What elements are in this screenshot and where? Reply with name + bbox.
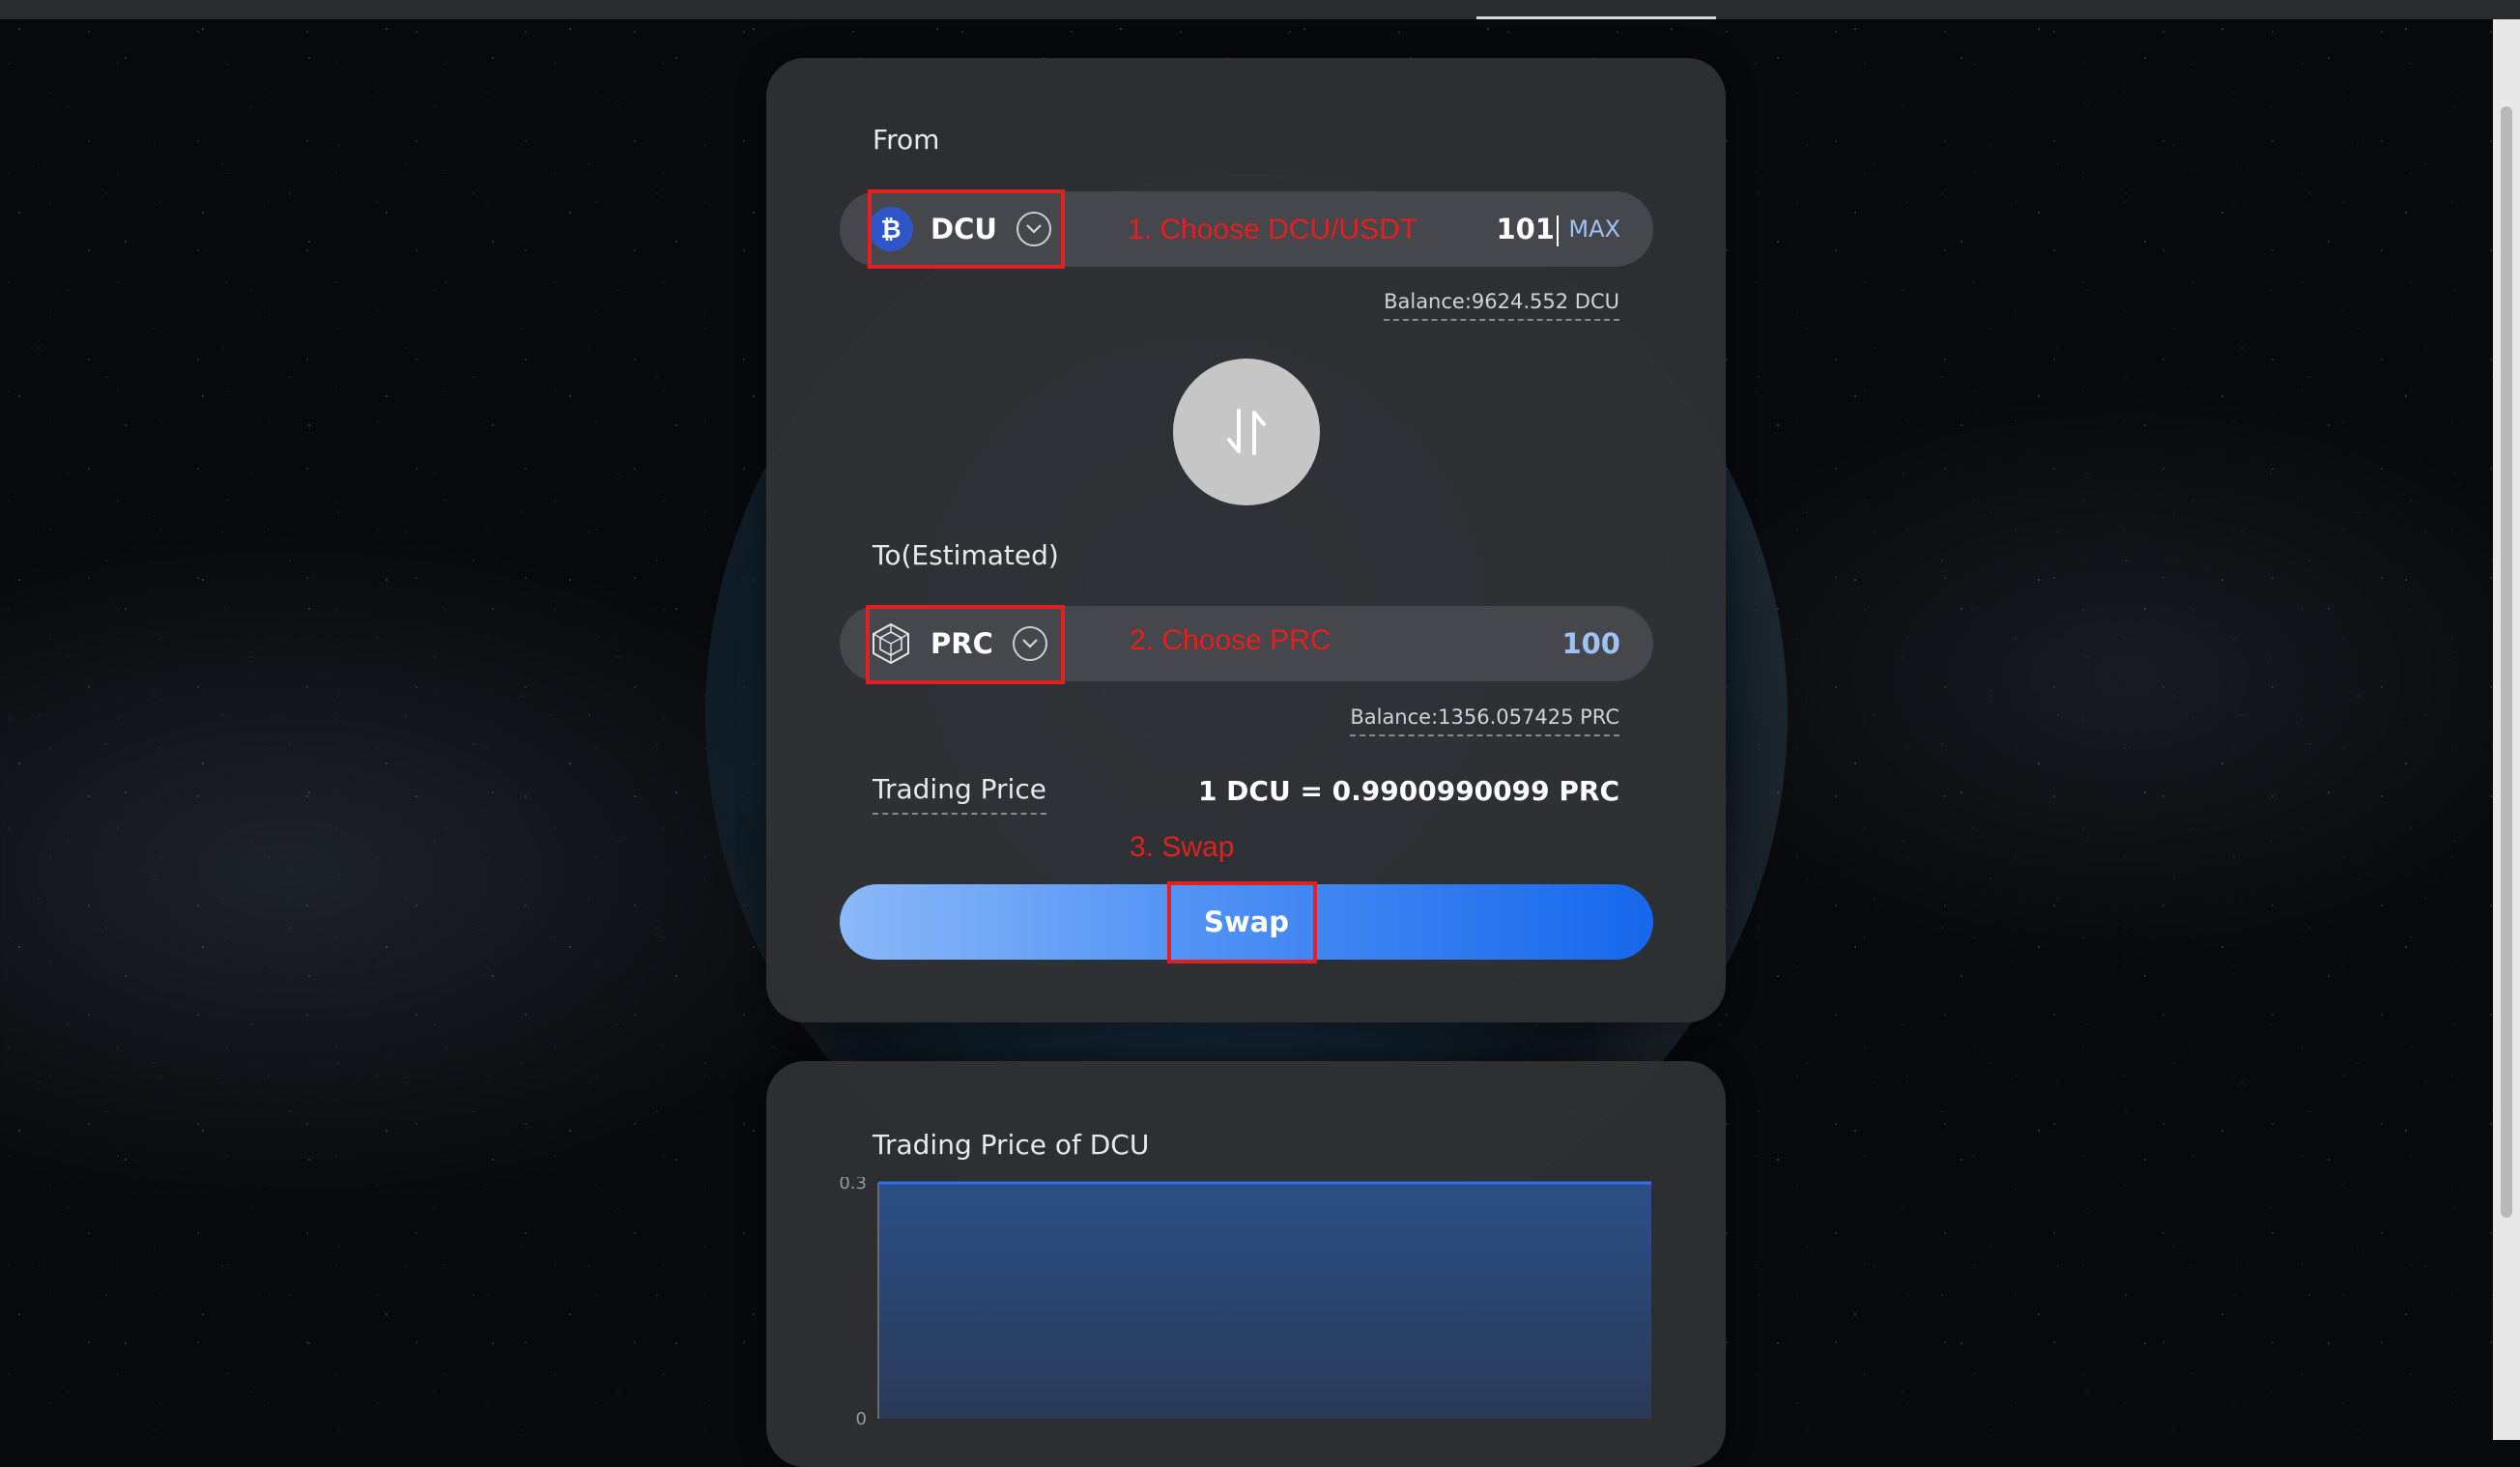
chevron-down-icon[interactable] xyxy=(1012,626,1047,661)
swap-card: From ₿ DCU 101 MAX Balance:9624.552 DCU … xyxy=(766,58,1726,1022)
scrollbar-thumb[interactable] xyxy=(2501,106,2512,1218)
cube-icon xyxy=(869,621,913,666)
chevron-down-icon[interactable] xyxy=(1016,212,1051,246)
from-balance[interactable]: Balance:9624.552 DCU xyxy=(1384,290,1619,321)
swap-arrows-icon xyxy=(1227,409,1266,455)
price-chart: 0.30 xyxy=(839,1177,1651,1429)
chart-y-tick-label: 0.3 xyxy=(839,1177,867,1194)
page-scrollbar[interactable] xyxy=(2493,19,2520,1440)
to-token-symbol: PRC xyxy=(931,627,993,660)
to-amount-value: 100 xyxy=(1561,627,1620,660)
annotation-step1: 1. Choose DCU/USDT xyxy=(1128,214,1418,245)
trading-price-value: 1 DCU = 0.9900990099 PRC xyxy=(1197,775,1619,807)
max-button[interactable]: MAX xyxy=(1568,191,1620,267)
price-chart-card: Trading Price of DCU 0.3 0 xyxy=(766,1061,1726,1467)
from-amount-value: 101 xyxy=(1496,213,1555,245)
bitcoin-like-coin-icon: ₿ xyxy=(869,207,913,251)
from-token-symbol: DCU xyxy=(931,213,997,245)
annotation-step2: 2. Choose PRC xyxy=(1130,624,1332,656)
from-token-selector[interactable]: ₿ DCU xyxy=(869,191,1067,267)
from-label: From xyxy=(873,124,940,156)
text-caret xyxy=(1557,216,1559,246)
chart-area-fill xyxy=(878,1183,1651,1419)
trading-price-label[interactable]: Trading Price xyxy=(873,773,1046,815)
annotation-step3: 3. Swap xyxy=(1130,831,1235,863)
switch-direction-button[interactable] xyxy=(1173,359,1320,505)
to-token-selector[interactable]: PRC xyxy=(869,606,1067,681)
chart-title: Trading Price of DCU xyxy=(873,1129,1150,1161)
top-bar xyxy=(0,0,2520,19)
from-amount-input[interactable]: 101 xyxy=(1496,191,1559,267)
swap-button[interactable]: Swap xyxy=(840,884,1653,960)
to-balance[interactable]: Balance:1356.057425 PRC xyxy=(1350,705,1619,736)
chart-y-tick-label: 0 xyxy=(856,1409,867,1429)
to-label: To(Estimated) xyxy=(873,539,1059,571)
active-tab-indicator xyxy=(1476,16,1716,19)
